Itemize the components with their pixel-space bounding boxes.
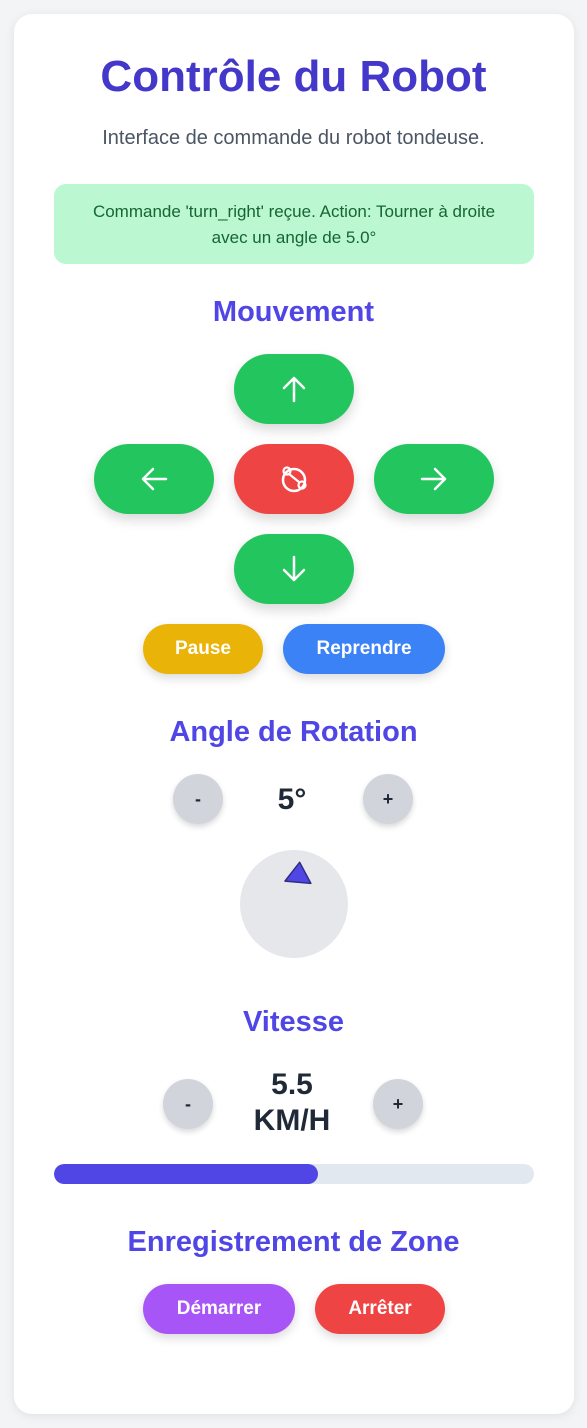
speed-bar[interactable]: [54, 1164, 534, 1184]
movement-title: Mouvement: [212, 296, 375, 328]
rotation-title: Angle de Rotation: [169, 716, 418, 748]
turn-right-button[interactable]: [374, 444, 494, 514]
arrow-left-icon: [141, 467, 168, 491]
zone-title: Enregistrement de Zone: [127, 1226, 460, 1258]
speed-increment-button[interactable]: +: [373, 1079, 423, 1129]
zone-stop-button[interactable]: Arrêter: [315, 1284, 445, 1334]
arrow-up-icon: [282, 376, 306, 403]
robot-stop-icon: [281, 466, 307, 493]
speed-title: Vitesse: [242, 1006, 345, 1038]
angle-value: 5°: [277, 783, 307, 816]
zone-start-button[interactable]: Démarrer: [143, 1284, 295, 1334]
move-forward-button[interactable]: [234, 354, 354, 424]
arrow-right-icon: [420, 467, 447, 491]
speed-readout: 5.5 KM/H: [222, 1067, 362, 1139]
speed-decrement-button[interactable]: -: [163, 1079, 213, 1129]
rotation-dial: [240, 850, 348, 958]
direction-pointer-icon: [284, 861, 312, 885]
stop-button[interactable]: [234, 444, 354, 514]
move-backward-button[interactable]: [234, 534, 354, 604]
resume-button[interactable]: Reprendre: [283, 624, 445, 674]
angle-increment-button[interactable]: +: [363, 774, 413, 824]
arrow-down-icon: [282, 555, 306, 582]
page-subtitle: Interface de commande du robot tondeuse.: [102, 127, 485, 149]
status-message: Commande 'turn_right' reçue. Action: Tou…: [54, 184, 534, 264]
speed-value: 5.5: [271, 1068, 313, 1101]
speed-bar-fill: [54, 1164, 318, 1184]
speed-unit: KM/H: [253, 1104, 331, 1137]
turn-left-button[interactable]: [94, 444, 214, 514]
page-title: Contrôle du Robot: [100, 52, 487, 101]
pause-button[interactable]: Pause: [143, 624, 263, 674]
angle-decrement-button[interactable]: -: [173, 774, 223, 824]
